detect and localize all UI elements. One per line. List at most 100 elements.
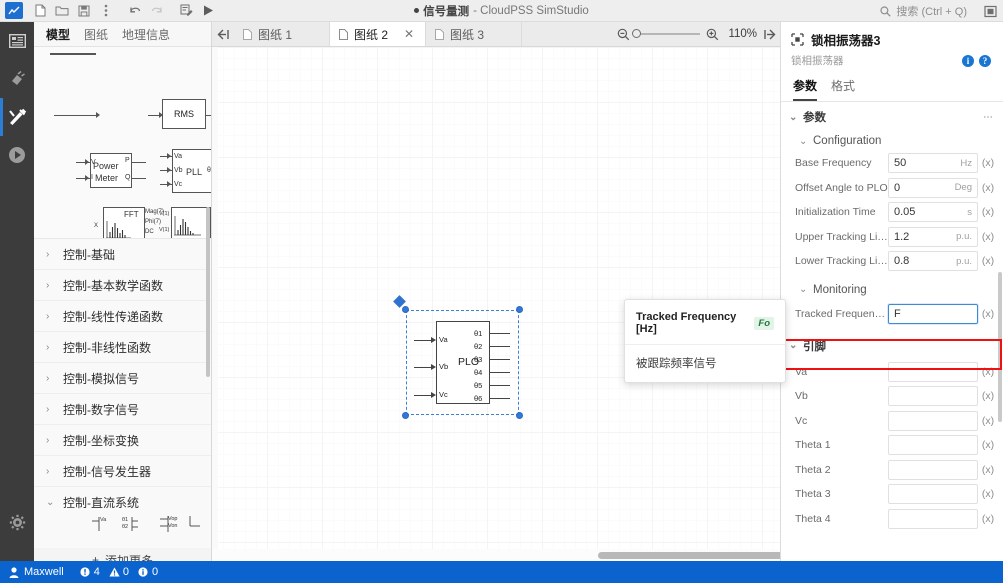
sidebar-item-simulation[interactable] — [0, 136, 34, 174]
pin-input-theta2[interactable] — [888, 459, 978, 480]
component-type-label: 锁相振荡器 — [791, 55, 844, 67]
zoom-slider-knob[interactable] — [632, 29, 641, 39]
pin-expression-button[interactable]: (x) — [978, 439, 998, 451]
sidebar-item-plug[interactable] — [0, 60, 34, 98]
param-expression-button[interactable]: (x) — [978, 182, 998, 194]
redo-icon[interactable] — [146, 1, 168, 21]
chevron-right-icon: › — [46, 248, 50, 260]
pin-input-vb[interactable] — [888, 386, 978, 407]
settings-button[interactable] — [0, 505, 34, 539]
fullscreen-icon[interactable] — [979, 1, 1001, 21]
tree-row[interactable]: › 控制-基本数学函数 — [34, 270, 211, 301]
param-expression-button[interactable]: (x) — [978, 157, 998, 169]
param-expression-button[interactable]: (x) — [978, 255, 998, 267]
param-input-lower-tracking-limit[interactable]: 0.8 p.u. — [888, 251, 978, 272]
resize-handle-br[interactable] — [516, 412, 523, 419]
pin-expression-button[interactable]: (x) — [978, 513, 998, 525]
fft-out3: DC — [145, 229, 154, 235]
resize-handle-bl[interactable] — [402, 412, 409, 419]
dc-symbol-1[interactable]: Va θ1 θ2 — [92, 516, 138, 536]
pin-expression-button[interactable]: (x) — [978, 390, 998, 402]
tab-drawing-1[interactable]: 图纸 1 — [234, 22, 330, 46]
rms-label: RMS — [162, 99, 206, 129]
subsection-monitoring[interactable]: ⌄ Monitoring — [781, 280, 1003, 300]
resize-handle-tl[interactable] — [402, 306, 409, 313]
pin-expression-button[interactable]: (x) — [978, 488, 998, 500]
section-collapse-indicator[interactable]: ⋯ — [983, 112, 993, 123]
tree-row[interactable]: › 控制-数字信号 — [34, 394, 211, 425]
tree-row[interactable]: › 控制-信号发生器 — [34, 456, 211, 487]
dc-symbol-2[interactable]: Vop Von — [160, 516, 204, 536]
pin-input-va[interactable] — [888, 361, 978, 382]
pin-expression-button[interactable]: (x) — [978, 464, 998, 476]
section-pins[interactable]: ⌄ 引脚 — [781, 328, 1003, 360]
pin-expression-button[interactable]: (x) — [978, 366, 998, 378]
zoom-out-icon[interactable] — [617, 28, 630, 41]
tab-model[interactable]: 模型 — [46, 26, 70, 43]
tree-row-expanded[interactable]: ⌄ 控制-直流系统 — [34, 487, 211, 518]
add-more-button[interactable]: + 添加更多 — [34, 548, 211, 561]
app-logo-icon[interactable] — [5, 2, 23, 19]
tab-drawing-3[interactable]: 图纸 3 — [426, 22, 522, 46]
tab-geoinfo[interactable]: 地理信息 — [122, 26, 170, 43]
run-icon[interactable] — [197, 1, 219, 21]
status-warning-count[interactable]: 0 — [109, 566, 129, 578]
zoom-in-icon[interactable] — [706, 28, 719, 41]
pin-expression-button[interactable]: (x) — [978, 415, 998, 427]
status-info-count[interactable]: 0 — [138, 566, 158, 578]
category-label: 控制-基础 — [63, 247, 115, 262]
pin-input-theta3[interactable] — [888, 484, 978, 505]
tabs-scroll-back-button[interactable] — [212, 22, 234, 46]
edit-list-icon[interactable] — [175, 1, 197, 21]
more-options-icon[interactable] — [95, 1, 117, 21]
param-row-initialization-time: Initialization Time 0.05 s (x) — [781, 200, 1003, 225]
close-icon[interactable]: ✕ — [404, 27, 414, 41]
tab-drawing[interactable]: 图纸 — [84, 26, 108, 43]
resize-handle-tr[interactable] — [516, 306, 523, 313]
status-error-count[interactable]: 4 — [80, 566, 100, 578]
tab-drawing-2[interactable]: 图纸 2 ✕ — [330, 22, 426, 46]
param-input-upper-tracking-limit[interactable]: 1.2 p.u. — [888, 226, 978, 247]
param-input-base-frequency[interactable]: 50 Hz — [888, 153, 978, 174]
help-icon[interactable]: ? — [979, 54, 991, 67]
plug-icon — [8, 70, 26, 88]
pin-input-theta4[interactable] — [888, 508, 978, 529]
pin-label-t2: θ2 — [474, 342, 483, 351]
canvas-horizontal-scrollbar[interactable] — [598, 552, 780, 559]
search-input[interactable]: 搜索 (Ctrl + Q) — [872, 3, 975, 19]
param-expression-button[interactable]: (x) — [978, 231, 998, 243]
tree-row[interactable]: › 控制-模拟信号 — [34, 363, 211, 394]
param-expression-button[interactable]: (x) — [978, 206, 998, 218]
info-icon[interactable]: i — [962, 54, 974, 67]
library-scrollbar[interactable] — [206, 207, 210, 377]
library-scroll-area[interactable]: RMS Power Meter V I P Q Va Vb Vc PLL θ F… — [34, 47, 211, 561]
pin-row-va: Va (x) — [781, 360, 1003, 385]
param-input-offset-angle[interactable]: 0 Deg — [888, 177, 978, 198]
tree-row[interactable]: › 控制-基础 — [34, 239, 211, 270]
section-parameters[interactable]: ⌄ 参数 ⋯ — [781, 102, 1003, 131]
fit-to-screen-icon[interactable] — [763, 29, 776, 40]
tree-row[interactable]: › 控制-非线性函数 — [34, 332, 211, 363]
status-user[interactable]: Maxwell — [8, 566, 64, 578]
pin-input-theta1[interactable] — [888, 435, 978, 456]
save-icon[interactable] — [73, 1, 95, 21]
properties-scrollbar[interactable] — [998, 272, 1002, 422]
zoom-slider[interactable] — [632, 29, 700, 39]
param-expression-button[interactable]: (x) — [978, 308, 998, 320]
pin-label-va: Va — [439, 335, 448, 344]
sidebar-item-tools[interactable] — [0, 98, 34, 136]
new-file-icon[interactable] — [29, 1, 51, 21]
tooltip-title: Tracked Frequency [Hz] — [636, 311, 737, 335]
subsection-configuration[interactable]: ⌄ Configuration — [781, 131, 1003, 151]
sidebar-item-panel[interactable] — [0, 22, 34, 60]
tree-row[interactable]: › 控制-线性传递函数 — [34, 301, 211, 332]
param-input-tracked-frequency[interactable]: F — [888, 303, 978, 324]
pin-label-vb: Vb — [439, 362, 449, 371]
undo-icon[interactable] — [124, 1, 146, 21]
open-folder-icon[interactable] — [51, 1, 73, 21]
param-input-initialization-time[interactable]: 0.05 s — [888, 202, 978, 223]
tree-row[interactable]: › 控制-坐标变换 — [34, 425, 211, 456]
tab-format[interactable]: 格式 — [831, 77, 855, 101]
pin-input-vc[interactable] — [888, 410, 978, 431]
tab-parameters[interactable]: 参数 — [793, 77, 818, 101]
